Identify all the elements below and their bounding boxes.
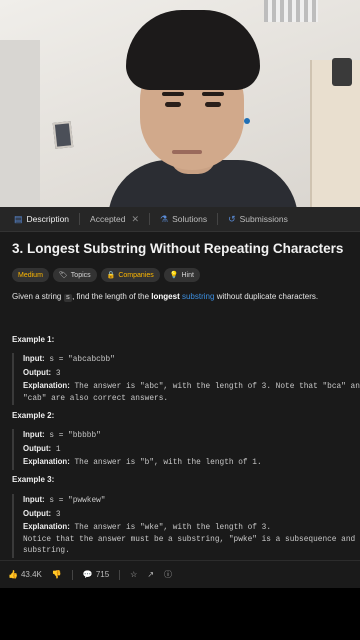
close-icon[interactable]: ✕ — [132, 214, 140, 225]
example-output: 3 — [55, 510, 61, 519]
tab-submissions[interactable]: ↺ Submissions — [220, 207, 296, 231]
document-icon: ▤ — [14, 213, 23, 224]
history-icon: ↺ — [228, 213, 236, 224]
problem-panel: ▤ Description Accepted ✕ ⚗ Solutions ↺ S… — [0, 207, 360, 585]
ceiling-vent — [264, 0, 318, 22]
divider — [119, 569, 121, 580]
example-explanation: The answer is "b", with the length of 1. — [74, 459, 262, 467]
tab-bar: ▤ Description Accepted ✕ ⚗ Solutions ↺ S… — [0, 207, 360, 232]
output-label: Output: — [23, 508, 52, 518]
divider — [71, 569, 73, 580]
example-explanation: The answer is "wke", with the length of … — [74, 524, 271, 532]
tag-icon: 🏷 — [58, 272, 68, 279]
example-explanation: substring. — [23, 547, 70, 555]
lamp — [332, 58, 352, 86]
flask-icon: ⚗ — [160, 213, 169, 224]
action-bar: 👍 43.4K 👎 💬 715 ☆ ↗ ⓘ — [0, 560, 360, 588]
tab-label: Accepted — [90, 214, 126, 224]
input-label: Input: — [23, 430, 45, 439]
divider — [149, 213, 151, 225]
example-input: s = "pwwkew" — [49, 497, 106, 505]
wall-frame — [52, 121, 74, 149]
lightbulb-icon: 💡 — [169, 272, 179, 279]
companies-label: Companies — [118, 271, 154, 279]
input-label: Input: — [23, 495, 45, 504]
wall-sticker — [244, 118, 250, 124]
wall — [0, 40, 40, 207]
example-explanation: "cab" are also correct answers. — [23, 394, 169, 403]
left-brow — [162, 92, 184, 96]
lock-icon: 🔒 — [106, 272, 116, 279]
tab-label: Solutions — [172, 214, 208, 224]
problem-title: 3. Longest Substring Without Repeating C… — [12, 241, 344, 256]
thumbs-up-icon: 👍 — [8, 570, 18, 579]
comment-count: 715 — [95, 570, 110, 579]
right-eye — [205, 102, 221, 107]
example-block: Input: s = "abcabcbb" Output: 3 Explanat… — [12, 353, 360, 405]
explanation-label: Explanation: — [23, 457, 70, 466]
comment-icon: 💬 — [82, 570, 93, 579]
person-hair — [126, 10, 260, 90]
output-label: Output: — [23, 367, 52, 377]
tab-label: Description — [26, 214, 70, 224]
topics-label: Topics — [70, 271, 91, 279]
thumbs-down-icon[interactable]: 👎 — [52, 570, 62, 579]
explanation-label: Explanation: — [23, 381, 70, 390]
example-heading: Example 3: — [12, 475, 55, 484]
tab-accepted[interactable]: Accepted ✕ — [82, 207, 147, 231]
problem-description: Given a string s, find the length of the… — [12, 292, 357, 302]
like-button[interactable]: 👍 43.4K — [8, 570, 42, 579]
example-explanation: The answer is "abc", with the length of … — [74, 383, 360, 391]
example-heading: Example 2: — [12, 411, 55, 420]
right-brow — [202, 92, 224, 96]
desc-bold: longest — [151, 292, 180, 301]
like-count: 43.4K — [20, 570, 42, 579]
desc-text: Given a string — [12, 292, 62, 301]
webcam-video — [0, 0, 360, 207]
companies-button[interactable]: 🔒 Companies — [100, 268, 160, 282]
example-input: s = "abcabcbb" — [49, 356, 115, 364]
difficulty-badge: Medium — [12, 268, 49, 282]
tab-solutions[interactable]: ⚗ Solutions — [152, 207, 215, 231]
hint-label: Hint — [181, 271, 194, 279]
share-icon[interactable]: ↗ — [147, 570, 154, 579]
example-input: s = "bbbbb" — [49, 432, 101, 440]
explanation-label: Explanation: — [23, 522, 70, 531]
example-block: Input: s = "bbbbb" Output: 1 Explanation… — [12, 429, 360, 470]
mouth — [172, 150, 202, 154]
topics-button[interactable]: 🏷 Topics — [52, 268, 97, 282]
divider — [217, 213, 219, 225]
example-output: 1 — [55, 445, 61, 454]
input-label: Input: — [23, 354, 45, 363]
hint-button[interactable]: 💡 Hint — [163, 268, 200, 282]
example-explanation: Notice that the answer must be a substri… — [23, 535, 360, 544]
tab-description[interactable]: ▤ Description — [6, 207, 77, 231]
inline-code: s — [63, 294, 73, 302]
example-block: Input: s = "pwwkew" Output: 3 Explanatio… — [12, 494, 360, 558]
example-output: 3 — [55, 369, 61, 378]
tag-row: Medium 🏷 Topics 🔒 Companies 💡 Hint — [12, 268, 200, 282]
desc-text: without duplicate characters. — [216, 292, 319, 301]
help-icon[interactable]: ⓘ — [164, 569, 172, 580]
star-icon[interactable]: ☆ — [130, 570, 137, 579]
output-label: Output: — [23, 443, 52, 453]
comments-button[interactable]: 💬 715 — [83, 570, 109, 579]
example-heading: Example 1: — [12, 335, 55, 344]
substring-link[interactable]: substring — [182, 292, 214, 301]
divider — [79, 213, 81, 225]
desc-text: , find the length of the — [72, 292, 150, 301]
tab-label: Submissions — [239, 214, 288, 224]
left-eye — [165, 102, 181, 107]
